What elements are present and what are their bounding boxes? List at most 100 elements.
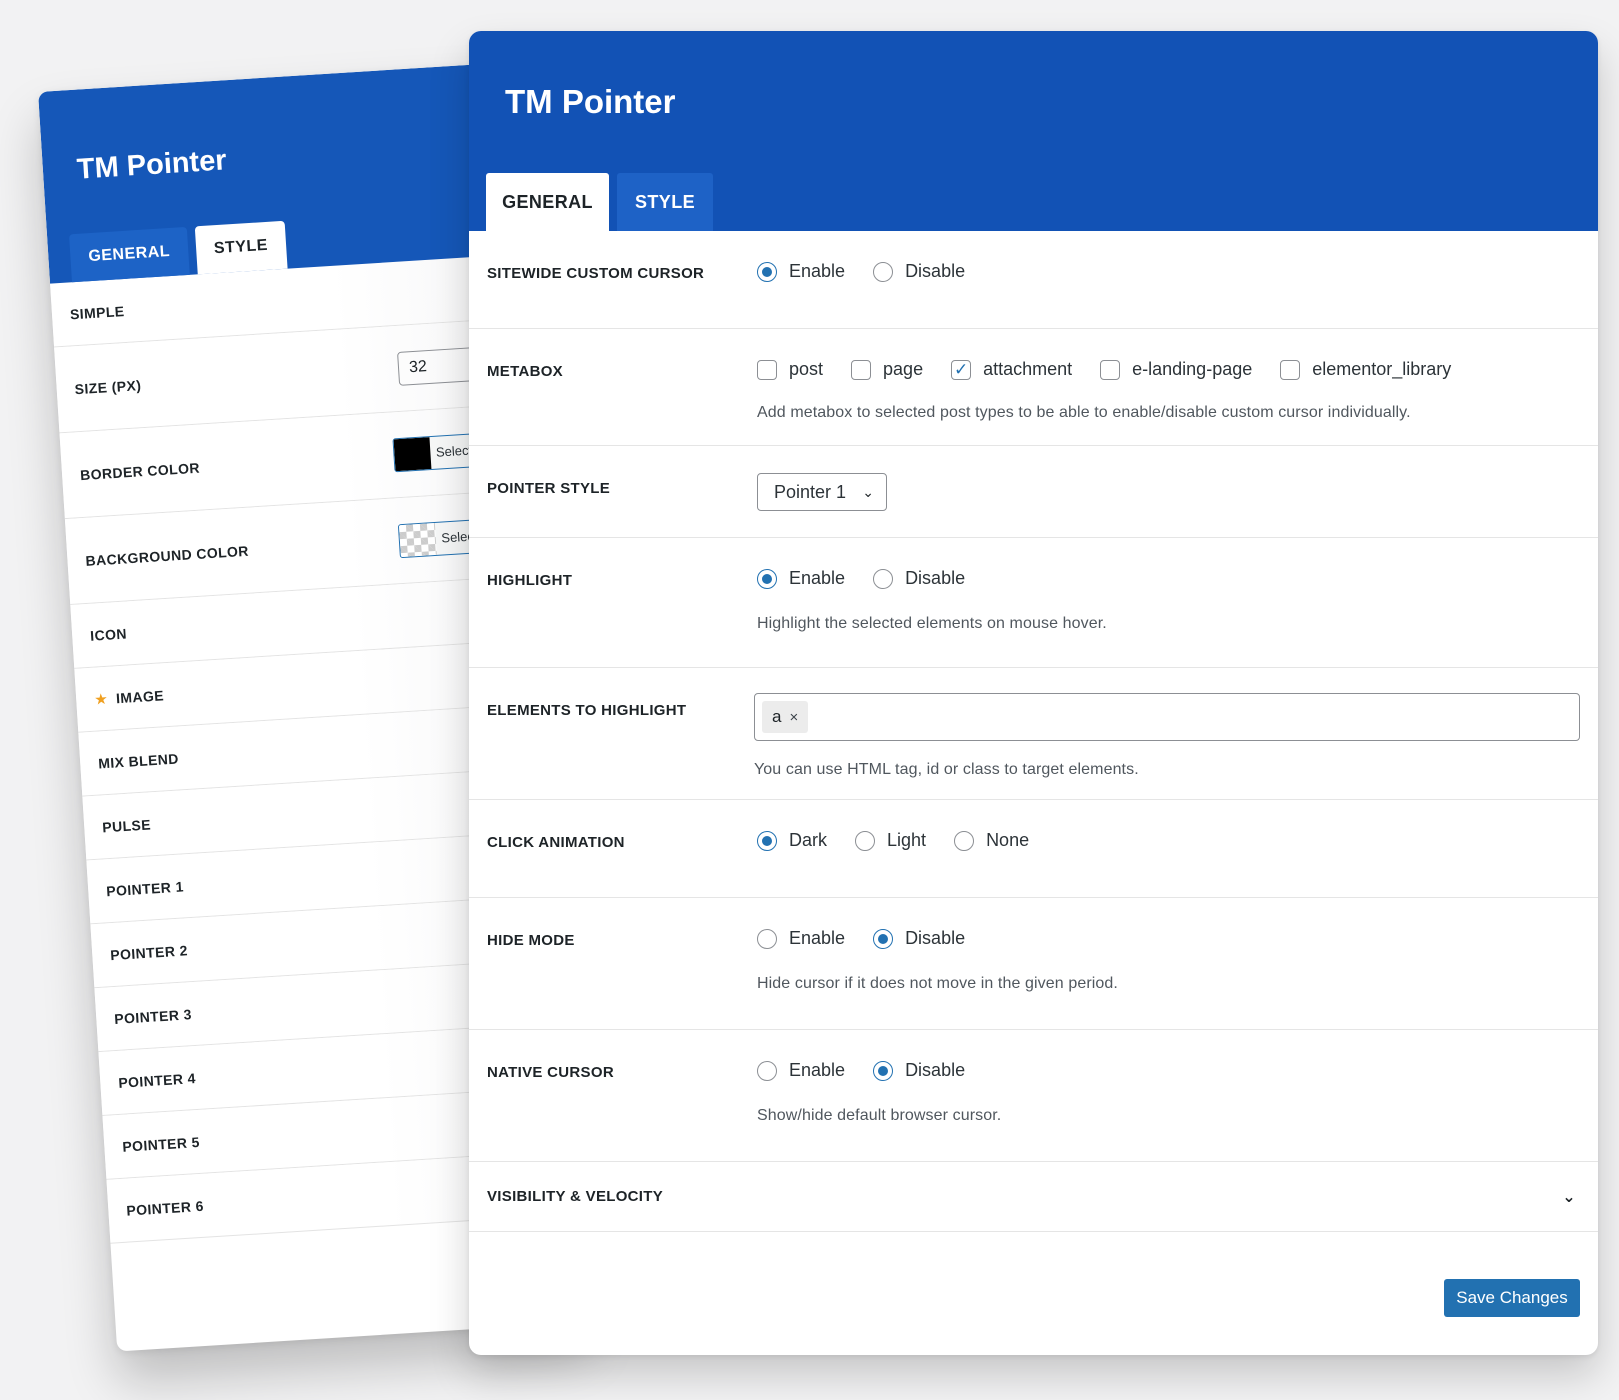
save-changes-button[interactable]: Save Changes (1444, 1279, 1580, 1317)
option-label: attachment (983, 359, 1073, 379)
hide-mode-disable-radio[interactable] (873, 928, 894, 949)
metabox-control: post page ✓ attachment e-landing-page el… (757, 329, 1580, 445)
style-item-label: POINTER 2 (109, 941, 189, 963)
general-settings-panel: TM Pointer GENERAL STYLE SITEWIDE CUSTOM… (469, 31, 1598, 1355)
native-cursor-disable-option[interactable]: Disable (873, 1060, 965, 1081)
metabox-row: METABOX post page ✓ attachment e-landing… (469, 329, 1598, 446)
click-animation-label: CLICK ANIMATION (487, 834, 625, 851)
visibility-velocity-label: VISIBILITY & VELOCITY (487, 1188, 664, 1205)
metabox-landing-page-option[interactable]: e-landing-page (1100, 359, 1252, 380)
front-panel-header: TM Pointer GENERAL STYLE (469, 31, 1598, 231)
style-item-label-wrap: ★ IMAGE (94, 686, 165, 708)
option-label: post (789, 359, 824, 379)
click-animation-light-radio[interactable] (855, 830, 876, 851)
pointer-style-select[interactable]: Pointer 1 ⌄ (757, 473, 887, 511)
option-label: elementor_library (1312, 359, 1452, 379)
click-animation-none-radio[interactable] (954, 830, 975, 851)
elements-to-highlight-description: You can use HTML tag, id or class to tar… (754, 761, 1139, 778)
native-cursor-disable-radio[interactable] (873, 1060, 894, 1081)
elements-tag-input[interactable]: a × (754, 693, 1580, 741)
highlight-disable-radio[interactable] (873, 568, 894, 589)
sitewide-enable-radio[interactable] (757, 261, 777, 282)
highlight-enable-option[interactable]: Enable (757, 568, 845, 589)
close-icon[interactable]: × (789, 709, 798, 726)
style-item-label: POINTER 3 (113, 1005, 193, 1027)
option-label: Light (887, 830, 927, 850)
highlight-description: Highlight the selected elements on mouse… (757, 615, 1107, 632)
back-panel-header: TM Pointer GENERAL STYLE (38, 62, 520, 284)
metabox-attachment-checkbox[interactable]: ✓ (951, 359, 972, 380)
sitewide-enable-option[interactable]: Enable (757, 261, 845, 282)
metabox-description: Add metabox to selected post types to be… (757, 404, 1411, 421)
click-animation-none-option[interactable]: None (954, 830, 1029, 851)
highlight-label: HIGHLIGHT (487, 572, 573, 589)
tag-label: a (772, 707, 782, 726)
highlight-enable-radio[interactable] (757, 568, 777, 589)
style-item-label: PULSE (101, 815, 152, 835)
hide-mode-disable-option[interactable]: Disable (873, 928, 965, 949)
option-label: Disable (905, 261, 966, 281)
native-cursor-enable-radio[interactable] (757, 1060, 777, 1081)
background-color-label: BACKGROUND COLOR (85, 542, 250, 569)
metabox-label: METABOX (487, 363, 563, 380)
tab-style[interactable]: STYLE (194, 220, 288, 275)
sitewide-cursor-label: SITEWIDE CUSTOM CURSOR (487, 265, 705, 282)
star-icon: ★ (93, 690, 109, 709)
option-label: Disable (905, 1060, 966, 1080)
click-animation-light-option[interactable]: Light (855, 830, 926, 851)
pointer-style-value: Pointer 1 (774, 481, 847, 502)
metabox-post-option[interactable]: post (757, 359, 823, 380)
metabox-attachment-option[interactable]: ✓ attachment (951, 359, 1072, 380)
option-label: Enable (789, 568, 846, 588)
tab-style[interactable]: STYLE (617, 173, 713, 231)
style-item-label: IMAGE (115, 686, 165, 706)
click-animation-options: Dark Light None (757, 830, 1580, 851)
click-animation-dark-radio[interactable] (757, 830, 777, 851)
hide-mode-enable-option[interactable]: Enable (757, 928, 845, 949)
checkmark-icon: ✓ (953, 360, 969, 379)
sitewide-disable-radio[interactable] (873, 261, 894, 282)
elements-to-highlight-label: ELEMENTS TO HIGHLIGHT (487, 702, 687, 719)
hide-mode-enable-radio[interactable] (757, 928, 777, 949)
hide-mode-description: Hide cursor if it does not move in the g… (757, 975, 1118, 992)
highlight-options: Enable Disable (757, 568, 1580, 589)
metabox-elementor-library-checkbox[interactable] (1280, 359, 1301, 380)
elements-to-highlight-control: a × You can use HTML tag, id or class to… (754, 668, 1580, 799)
native-cursor-options: Enable Disable (757, 1060, 1580, 1081)
style-item-label: MIX BLEND (97, 749, 180, 772)
tab-general[interactable]: GENERAL (486, 173, 609, 231)
size-label: SIZE (PX) (74, 376, 142, 397)
sitewide-disable-option[interactable]: Disable (873, 261, 965, 282)
option-label: Enable (789, 928, 846, 948)
option-label: page (883, 359, 924, 379)
highlight-disable-option[interactable]: Disable (873, 568, 965, 589)
hide-mode-options: Enable Disable (757, 928, 1580, 949)
size-value: 32 (408, 357, 428, 376)
visibility-velocity-accordion[interactable]: VISIBILITY & VELOCITY ⌄ (469, 1162, 1598, 1232)
chevron-down-icon[interactable]: ⌄ (1562, 1187, 1576, 1207)
chevron-down-icon: ⌄ (862, 483, 874, 500)
option-label: None (986, 830, 1030, 850)
border-color-label: BORDER COLOR (79, 459, 201, 483)
click-animation-row: CLICK ANIMATION Dark Light None (469, 800, 1598, 898)
native-cursor-enable-option[interactable]: Enable (757, 1060, 845, 1081)
metabox-page-option[interactable]: page (851, 359, 923, 380)
pointer-style-control: Pointer 1 ⌄ (757, 446, 1580, 537)
metabox-options: post page ✓ attachment e-landing-page el… (757, 359, 1580, 380)
metabox-landing-page-checkbox[interactable] (1100, 359, 1121, 380)
pointer-style-row: POINTER STYLE Pointer 1 ⌄ (469, 446, 1598, 538)
native-cursor-description: Show/hide default browser cursor. (757, 1107, 1002, 1124)
click-animation-dark-option[interactable]: Dark (757, 830, 827, 851)
tag-chip: a × (762, 701, 809, 733)
tab-general[interactable]: GENERAL (68, 226, 190, 283)
metabox-page-checkbox[interactable] (851, 359, 872, 380)
style-item-label: POINTER 5 (121, 1133, 201, 1155)
metabox-elementor-library-option[interactable]: elementor_library (1280, 359, 1451, 380)
option-label: Disable (905, 568, 966, 588)
highlight-row: HIGHLIGHT Enable Disable Highlight the s… (469, 538, 1598, 668)
option-label: Disable (905, 928, 966, 948)
click-animation-control: Dark Light None (757, 800, 1580, 897)
metabox-post-checkbox[interactable] (757, 359, 777, 380)
border-color-swatch (393, 436, 432, 471)
hide-mode-control: Enable Disable Hide cursor if it does no… (757, 898, 1580, 1029)
